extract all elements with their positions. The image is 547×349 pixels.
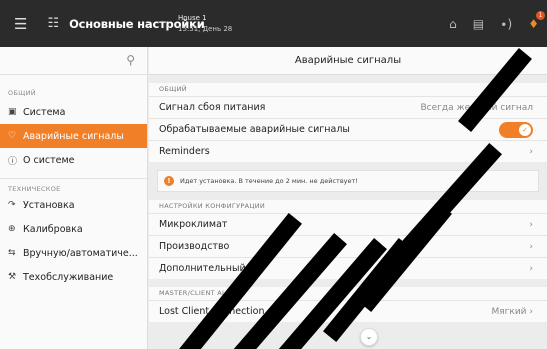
system-icon: ▣	[8, 107, 17, 117]
document-icon[interactable]: ▤	[473, 17, 484, 31]
config-item-label: Дополнительный	[159, 263, 246, 274]
alarm-bell-icon[interactable]: ♦ 1	[528, 10, 545, 31]
top-bar: ☰ ☷ Основные настройки House 1 15:51, Де…	[0, 0, 547, 47]
sidebar-item-manual-auto[interactable]: ⇆ Вручную/автоматиче...	[0, 241, 147, 265]
app-window: ☰ ☷ Основные настройки House 1 15:51, Де…	[0, 0, 547, 349]
info-icon: ⓘ	[8, 156, 18, 167]
sidebar-item-calibration[interactable]: ⊕ Калибровка	[0, 217, 147, 241]
sidebar-item-label: О системе	[23, 154, 75, 166]
power-failure-label: Сигнал сбоя питания	[159, 102, 266, 113]
group-label-general: ОБЩИЙ	[149, 83, 547, 96]
search-icon[interactable]: ⚲	[126, 53, 135, 67]
config-row-microclimate[interactable]: Микроклимат ›	[149, 213, 547, 235]
top-bar-icons: ⌂ ▤ ∙) ♦ 1	[449, 0, 545, 47]
sidebar-section-general: ОБЩИЙ	[8, 89, 36, 97]
lost-client-value: Мягкий	[491, 306, 527, 317]
handled-alarms-label: Обрабатываемые аварийные сигналы	[159, 124, 350, 135]
main-header: Аварийные сигналы	[149, 47, 547, 75]
handled-alarms-toggle[interactable]: ✓	[499, 121, 533, 138]
sidebar-item-label: Аварийные сигналы	[23, 130, 124, 142]
group-label-master-client: MASTER/CLIENT ALARMS	[149, 287, 547, 300]
chevron-right-icon: ›	[526, 306, 533, 317]
chevron-right-icon: ›	[529, 241, 533, 252]
sidebar-item-about[interactable]: ⓘ О системе	[0, 148, 147, 172]
sidebar-item-label: Установка	[23, 199, 75, 211]
config-item-label: Микроклимат	[159, 219, 228, 230]
house-status: 15:51, День 28	[178, 24, 233, 33]
lost-client-label: Lost Client connection	[159, 306, 265, 317]
chevron-right-icon: ›	[529, 219, 533, 230]
chevron-right-icon: ›	[529, 146, 533, 157]
home-icon[interactable]: ⌂	[449, 17, 457, 31]
sidebar-item-system[interactable]: ▣ Система	[0, 100, 147, 124]
house-info[interactable]: House 1 15:51, День 28	[178, 13, 232, 35]
config-row-additional[interactable]: Дополнительный ›	[149, 257, 547, 279]
manual-auto-icon: ⇆	[8, 248, 16, 258]
power-failure-row[interactable]: Сигнал сбоя питания Всегда жесткий сигна…	[149, 96, 547, 118]
sidebar-item-maintenance[interactable]: ⚒ Техобслуживание	[0, 265, 147, 289]
alarm-count-badge: 1	[536, 10, 545, 20]
power-failure-value: Всегда жесткий сигнал	[420, 102, 534, 113]
sidebar-section-technical: ТЕХНИЧЕСКОЕ	[8, 185, 61, 193]
warning-icon: !	[164, 176, 174, 186]
lost-client-row[interactable]: Lost Client connection Мягкий ›	[149, 300, 547, 322]
sidebar-search[interactable]: ⚲	[0, 47, 147, 75]
notice-text: Идет установка. В течение до 2 мин. не д…	[180, 177, 358, 185]
sidebar-item-alarms[interactable]: ♡ Аварийные сигналы	[0, 124, 147, 148]
handled-alarms-row: Обрабатываемые аварийные сигналы ✓	[149, 118, 547, 140]
sidebar-item-installation[interactable]: ↷ Установка	[0, 193, 147, 217]
hamburger-menu-icon[interactable]: ☰	[14, 15, 27, 33]
top-bar-left: ☰ ☷ Основные настройки	[0, 0, 205, 47]
house-name: House 1	[178, 13, 207, 22]
wireless-icon[interactable]: ∙)	[500, 17, 512, 31]
settings-sliders-icon: ☷	[47, 16, 60, 31]
installation-notice: ! Идет установка. В течение до 2 мин. не…	[157, 170, 539, 192]
config-item-label: Производство	[159, 241, 230, 252]
sidebar-item-label: Система	[23, 106, 66, 118]
sidebar-item-label: Вручную/автоматиче...	[23, 247, 138, 259]
config-row-production[interactable]: Производство ›	[149, 235, 547, 257]
calibration-icon: ⊕	[8, 224, 16, 234]
reminders-row[interactable]: Reminders ›	[149, 140, 547, 162]
group-label-config: НАСТРОЙКИ КОНФИГУРАЦИИ	[149, 200, 547, 213]
tools-icon: ⚒	[8, 272, 17, 282]
sidebar: ⚲ ОБЩИЙ ▣ Система ♡ Аварийные сигналы ⓘ …	[0, 47, 148, 349]
install-icon: ↷	[8, 200, 16, 210]
main-panel: Аварийные сигналы ОБЩИЙ Сигнал сбоя пита…	[149, 47, 547, 349]
sidebar-item-label: Техобслуживание	[23, 271, 114, 283]
sidebar-item-label: Калибровка	[23, 223, 83, 235]
scroll-down-button[interactable]: ⌄	[360, 328, 378, 346]
chevron-right-icon: ›	[529, 263, 533, 274]
alarm-bell-icon: ♡	[8, 131, 17, 141]
sidebar-divider	[0, 178, 147, 179]
check-icon: ✓	[519, 123, 531, 136]
reminders-label: Reminders	[159, 146, 210, 157]
